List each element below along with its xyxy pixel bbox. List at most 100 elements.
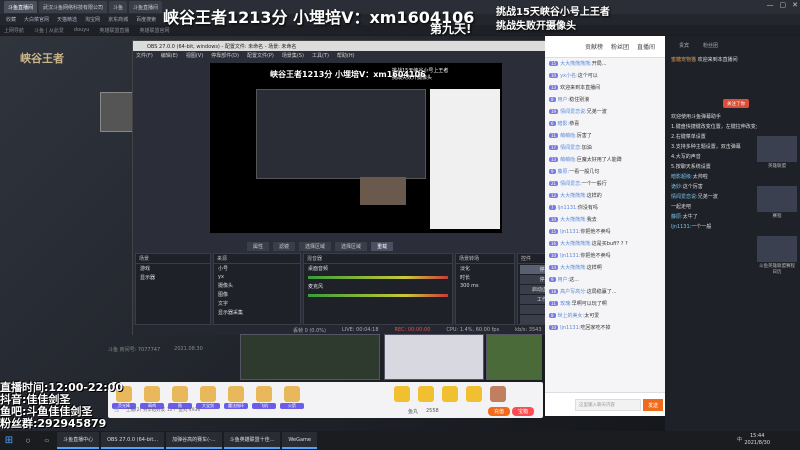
source-item[interactable]: 显示器采集 bbox=[214, 308, 300, 317]
source-item[interactable]: yx bbox=[214, 273, 300, 281]
gift-item[interactable] bbox=[390, 386, 414, 402]
scene-item[interactable]: 游戏 bbox=[136, 264, 210, 273]
properties-button[interactable]: 属性 bbox=[247, 241, 270, 251]
gift-item[interactable] bbox=[438, 386, 462, 402]
search-icon[interactable]: ○ bbox=[20, 432, 36, 449]
chat-username[interactable]: 大大熊熊熊熊: bbox=[560, 61, 592, 67]
source-item[interactable]: 小号 bbox=[214, 264, 300, 273]
minimize-icon[interactable]: — bbox=[767, 1, 774, 9]
audio-meter[interactable] bbox=[308, 294, 448, 297]
ad-card[interactable]: 英雄联盟 bbox=[757, 136, 797, 169]
chat-tab-rank[interactable]: 贡献榜 bbox=[585, 42, 603, 51]
rpanel-tab[interactable]: 粉丝团 bbox=[703, 42, 718, 49]
gift-item[interactable] bbox=[462, 386, 486, 402]
obs-preview[interactable]: 峡谷王者1213分 小埋培V：xm1604106 挑战15天峡谷小号上王者 挑战… bbox=[210, 63, 502, 233]
gift-item[interactable]: 大宝剑 bbox=[196, 386, 220, 409]
gift-item[interactable] bbox=[414, 386, 438, 402]
bookmark-item[interactable]: 淘宝网 bbox=[85, 16, 100, 23]
filters-button[interactable]: 滤镜 bbox=[273, 241, 296, 251]
nav-link[interactable]: 斗鱼 | 从此爱 bbox=[34, 27, 64, 34]
chat-username[interactable]: ljn1131: bbox=[560, 229, 580, 235]
chat-username[interactable]: ljn1131: bbox=[560, 253, 580, 259]
danmu-username[interactable]: 情闻爱恋说: bbox=[671, 194, 698, 200]
task-view-icon[interactable]: ▭ bbox=[38, 432, 55, 449]
obs-menu-item[interactable]: 视图(V) bbox=[186, 52, 203, 59]
browser-tab[interactable]: 斗鱼 bbox=[109, 1, 128, 13]
taskbar-app[interactable]: 加弹谷高的赛车(-... bbox=[166, 432, 222, 449]
browser-tab[interactable]: 武汉斗鱼网络科技有限公司 bbox=[39, 1, 108, 13]
send-button[interactable]: 发送 bbox=[643, 399, 663, 411]
browser-tab[interactable]: 斗鱼直播间 bbox=[129, 1, 163, 13]
taskbar-app[interactable]: 斗鱼直播中心 bbox=[57, 432, 100, 449]
chat-username[interactable]: 大大熊熊熊: bbox=[560, 265, 587, 271]
obs-menu-item[interactable]: 场景集(S) bbox=[282, 52, 304, 59]
obs-menu-item[interactable]: 编辑(E) bbox=[161, 52, 178, 59]
maximize-icon[interactable]: ▢ bbox=[780, 1, 787, 9]
windows-start-icon[interactable]: ⊞ bbox=[0, 431, 18, 450]
bookmark-item[interactable]: 收藏 bbox=[6, 16, 16, 23]
chat-username[interactable]: 大大熊熊熊熊: bbox=[560, 241, 592, 247]
obs-menu-item[interactable]: 工具(T) bbox=[312, 52, 329, 59]
nav-link[interactable]: 英雄联盟直播 bbox=[99, 27, 129, 34]
select-region-button[interactable]: 选择区域 bbox=[335, 241, 368, 251]
gift-item[interactable]: 火箭 bbox=[280, 386, 304, 409]
gift-item[interactable]: 弱鸡 bbox=[140, 386, 164, 409]
chat-username[interactable]: 藤原: bbox=[558, 169, 570, 175]
taskbar-clock[interactable]: 15:44 2021/8/30 bbox=[744, 433, 770, 447]
browser-tab[interactable]: 斗鱼直播间 bbox=[4, 1, 38, 13]
transition-select[interactable]: 淡化 bbox=[456, 264, 514, 273]
taskbar-app[interactable]: WeGame bbox=[282, 432, 318, 449]
bookmark-item[interactable]: 天猫精选 bbox=[57, 16, 77, 23]
chat-username[interactable]: ljn1131: bbox=[560, 325, 580, 331]
chat-username[interactable]: 世上的美女: bbox=[558, 313, 585, 319]
chat-username[interactable]: 情闻爱恋说: bbox=[560, 109, 587, 115]
scene-item[interactable]: 显示器 bbox=[136, 273, 210, 282]
chat-username[interactable]: 情闻爱恋: bbox=[560, 145, 582, 151]
obs-menu-item[interactable]: 帮助(H) bbox=[337, 52, 355, 59]
chat-username[interactable]: 大大熊熊熊: bbox=[560, 217, 587, 223]
follow-button[interactable]: 关注了你 bbox=[723, 99, 749, 108]
obs-menu-item[interactable]: 配置文件(P) bbox=[247, 52, 274, 59]
audio-meter[interactable] bbox=[308, 276, 448, 279]
chat-message-list[interactable]: 15 大大熊熊熊熊:开局... 10 yx小名:这个可以 13 欢迎来到本直播间 8 用户:稳… bbox=[545, 58, 665, 334]
source-item[interactable]: 文字 bbox=[214, 299, 300, 308]
chat-tab-fans[interactable]: 粉丝团 bbox=[611, 42, 629, 51]
streamer-avatar[interactable] bbox=[100, 92, 134, 132]
chat-username[interactable]: 玫瑰: bbox=[560, 301, 572, 307]
bookmark-item[interactable]: 百度搜索 bbox=[136, 16, 156, 23]
close-icon[interactable]: ✕ bbox=[792, 1, 798, 9]
obs-menu-item[interactable]: 文件(F) bbox=[136, 52, 153, 59]
nav-link[interactable]: douyu bbox=[74, 27, 90, 33]
source-item[interactable]: 摄像头 bbox=[214, 281, 300, 290]
select-region-button[interactable]: 选择区域 bbox=[299, 241, 332, 251]
chat-username[interactable]: 萌萌哒: bbox=[560, 133, 577, 139]
chat-username[interactable]: 大大熊熊熊: bbox=[560, 193, 587, 199]
chat-username[interactable]: 用户: bbox=[558, 277, 570, 283]
obs-menu-item[interactable]: 停靠部件(D) bbox=[211, 52, 239, 59]
recharge-button[interactable]: 充值 bbox=[488, 407, 510, 416]
taskbar-app[interactable]: OBS 27.0.0 (64-bit... bbox=[101, 432, 165, 449]
bookmark-item[interactable]: 京东商城 bbox=[108, 16, 128, 23]
source-item[interactable]: 图像 bbox=[214, 290, 300, 299]
ad-card[interactable]: 斗鱼英雄联盟赛程日历 bbox=[757, 236, 797, 275]
chat-username[interactable]: 暗影: bbox=[558, 121, 570, 127]
gift-item[interactable]: 稳 bbox=[168, 386, 192, 409]
chat-input[interactable]: 这里输入聊天内容 bbox=[575, 399, 641, 411]
reload-button[interactable]: 重载 bbox=[371, 241, 394, 251]
taskbar-app[interactable]: 斗鱼英雄联盟十佳... bbox=[223, 432, 281, 449]
chat-username[interactable]: 情闻爱恋: bbox=[560, 181, 582, 187]
chat-username[interactable]: 用户: bbox=[558, 97, 570, 103]
chat-username[interactable]: 萌萌哒: bbox=[560, 157, 577, 163]
ad-card[interactable]: 赛程 bbox=[757, 186, 797, 219]
chat-username[interactable]: 高户写高分: bbox=[560, 289, 587, 295]
danmu-username[interactable]: ljn1131: bbox=[671, 224, 691, 230]
input-language[interactable]: 中 bbox=[737, 436, 742, 443]
treasure-button[interactable]: 宝箱 bbox=[512, 407, 534, 416]
bookmark-item[interactable]: 大白菜官网 bbox=[24, 16, 49, 23]
gift-item[interactable]: 魔法指环 bbox=[224, 386, 248, 409]
danmu-username[interactable]: 暗影超级: bbox=[671, 174, 693, 180]
danmu-username[interactable]: 藤原: bbox=[671, 214, 683, 220]
chat-username[interactable]: ljn1131: bbox=[558, 205, 578, 211]
gift-item[interactable] bbox=[486, 386, 510, 402]
rpanel-tab[interactable]: 贵宾 bbox=[679, 42, 689, 49]
